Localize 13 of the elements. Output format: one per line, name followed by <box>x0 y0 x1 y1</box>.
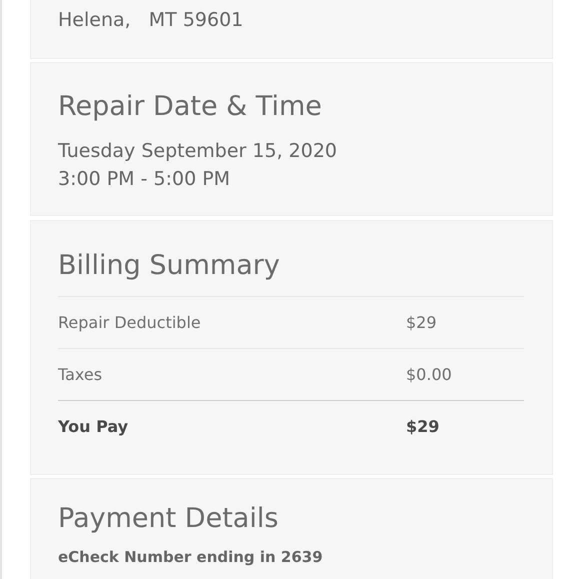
billing-label: Repair Deductible <box>58 313 202 332</box>
section-title: Payment Details <box>58 502 280 536</box>
total-amount: $29 <box>406 417 440 436</box>
repair-date: Tuesday September 15, 2020 <box>58 139 338 164</box>
billing-label: Taxes <box>58 365 104 384</box>
address-city-line: Helena, MT 59601 <box>58 8 244 33</box>
payment-method: eCheck Number ending in 2639 <box>58 547 324 567</box>
repair-time: 3:00 PM - 5:00 PM <box>58 167 232 192</box>
section-title: Repair Date & Time <box>58 90 323 124</box>
total-label: You Pay <box>58 417 130 436</box>
billing-amount: $0.00 <box>406 365 453 384</box>
billing-amount: $29 <box>406 313 438 332</box>
section-title: Billing Summary <box>58 249 281 283</box>
